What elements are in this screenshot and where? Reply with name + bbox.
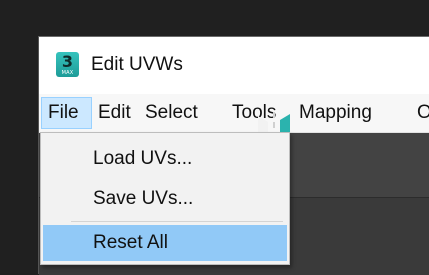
file-dropdown-menu: Load UVs... Save UVs... Reset All [40, 132, 290, 265]
menu-mapping[interactable]: Mapping [299, 97, 372, 129]
menu-bar: File Edit Select Tools Mapping O [39, 94, 429, 133]
menu-select[interactable]: Select [145, 97, 198, 129]
menu-separator [71, 221, 283, 222]
window-title: Edit UVWs [91, 54, 183, 75]
menu-options-partial[interactable]: O [417, 97, 429, 129]
menu-item-reset-all[interactable]: Reset All [43, 225, 287, 261]
menu-file[interactable]: File [41, 97, 92, 129]
title-bar[interactable]: 3 MAX Edit UVWs [39, 37, 429, 94]
3ds-max-app-icon: 3 MAX [56, 52, 79, 77]
menu-item-load-uvs[interactable]: Load UVs... [43, 141, 287, 177]
menu-edit[interactable]: Edit [98, 97, 131, 129]
menu-item-save-uvs[interactable]: Save UVs... [43, 181, 287, 217]
app-icon-number: 3 [61, 52, 74, 71]
app-icon-caption: MAX [61, 70, 74, 76]
